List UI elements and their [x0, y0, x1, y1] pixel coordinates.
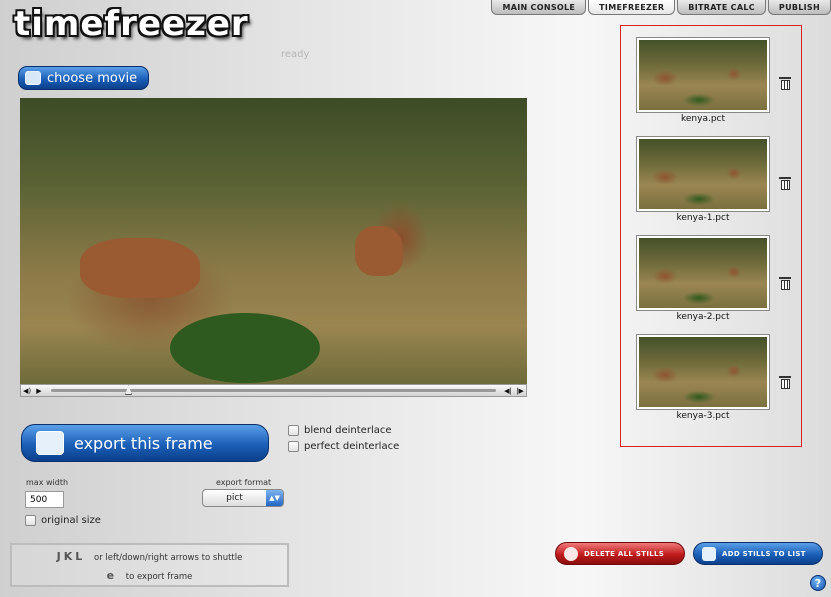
- playhead-handle[interactable]: [125, 385, 132, 395]
- video-foliage: [170, 313, 320, 383]
- still-thumbnail[interactable]: [637, 335, 769, 409]
- tab-publish[interactable]: PUBLISH: [767, 0, 831, 15]
- still-item[interactable]: kenya-1.pct: [637, 137, 771, 223]
- status-text: ready: [281, 49, 310, 60]
- delete-all-stills-button[interactable]: DELETE ALL STILLS: [555, 542, 685, 565]
- still-item[interactable]: kenya-2.pct: [637, 236, 771, 322]
- video-subject-right: [355, 226, 403, 276]
- play-icon[interactable]: ▶: [33, 387, 45, 395]
- speaker-icon[interactable]: ◀): [21, 387, 33, 395]
- export-format-value: pict: [226, 493, 243, 503]
- still-filename: kenya-1.pct: [676, 213, 730, 223]
- export-help-line: e to export frame: [12, 569, 287, 582]
- add-list-icon: [702, 546, 716, 561]
- step-forward-icon[interactable]: |▶: [514, 387, 526, 395]
- export-format-label: export format: [216, 478, 272, 487]
- blend-deinterlace-label: blend deinterlace: [304, 425, 392, 436]
- camera-icon: [36, 431, 64, 455]
- tab-main-console[interactable]: MAIN CONSOLE: [491, 0, 587, 15]
- video-controller: ◀) ▶ ◀| |▶: [20, 384, 527, 397]
- max-width-label: max width: [26, 478, 69, 487]
- tab-timefreezer[interactable]: TIMEFREEZER: [588, 0, 676, 15]
- perfect-deinterlace-checkbox[interactable]: [288, 441, 299, 452]
- export-format-select[interactable]: pict ▲▼: [202, 489, 284, 507]
- original-size-checkbox[interactable]: [25, 515, 36, 526]
- trash-icon[interactable]: [779, 376, 791, 390]
- delete-icon: [564, 546, 578, 561]
- export-frame-label: export this frame: [74, 433, 213, 453]
- still-filename: kenya-3.pct: [676, 411, 730, 421]
- still-item[interactable]: kenya-3.pct: [637, 335, 771, 421]
- original-size-option[interactable]: original size: [25, 515, 101, 526]
- export-frame-button[interactable]: export this frame: [21, 424, 269, 462]
- keyboard-help-box: JKL or left/down/right arrows to shuttle…: [10, 543, 289, 587]
- delete-all-stills-label: DELETE ALL STILLS: [584, 549, 665, 558]
- perfect-deinterlace-label: perfect deinterlace: [304, 441, 400, 452]
- blend-deinterlace-checkbox[interactable]: [288, 425, 299, 436]
- trash-icon[interactable]: [779, 77, 791, 91]
- app-logo: timefreezer: [14, 4, 249, 44]
- max-width-input[interactable]: [25, 491, 64, 508]
- stills-list: kenya.pct kenya-1.pct kenya-2.pct kenya-…: [620, 25, 802, 447]
- choose-movie-label: choose movie: [47, 70, 138, 86]
- shuttle-help-text: or left/down/right arrows to shuttle: [94, 553, 243, 563]
- top-tabs: MAIN CONSOLE TIMEFREEZER BITRATE CALC PU…: [489, 0, 831, 15]
- perfect-deinterlace-option[interactable]: perfect deinterlace: [288, 441, 399, 452]
- trash-icon[interactable]: [779, 177, 791, 191]
- video-subject-left: [80, 238, 200, 298]
- trash-icon[interactable]: [779, 277, 791, 291]
- help-icon[interactable]: ?: [810, 575, 826, 591]
- blend-deinterlace-option[interactable]: blend deinterlace: [288, 425, 392, 436]
- updown-arrows-icon: ▲▼: [266, 490, 283, 506]
- shuttle-keys: JKL: [56, 550, 86, 563]
- shuttle-help-line: JKL or left/down/right arrows to shuttle: [12, 550, 287, 563]
- still-item[interactable]: kenya.pct: [637, 38, 771, 124]
- still-filename: kenya-2.pct: [676, 312, 730, 322]
- film-icon: [25, 71, 41, 85]
- still-thumbnail[interactable]: [637, 38, 769, 112]
- scrub-track[interactable]: [51, 385, 496, 395]
- export-key: e: [106, 569, 118, 582]
- choose-movie-button[interactable]: choose movie: [18, 66, 149, 90]
- tab-bitrate-calc[interactable]: BITRATE CALC: [677, 0, 766, 15]
- still-thumbnail[interactable]: [637, 236, 769, 310]
- export-help-text: to export frame: [125, 572, 193, 582]
- add-stills-label: ADD STILLS TO LIST: [722, 549, 806, 558]
- still-thumbnail[interactable]: [637, 137, 769, 211]
- original-size-label: original size: [41, 515, 101, 526]
- step-back-icon[interactable]: ◀|: [502, 387, 514, 395]
- video-preview: [20, 98, 527, 384]
- add-stills-button[interactable]: ADD STILLS TO LIST: [693, 542, 823, 565]
- still-filename: kenya.pct: [680, 114, 726, 124]
